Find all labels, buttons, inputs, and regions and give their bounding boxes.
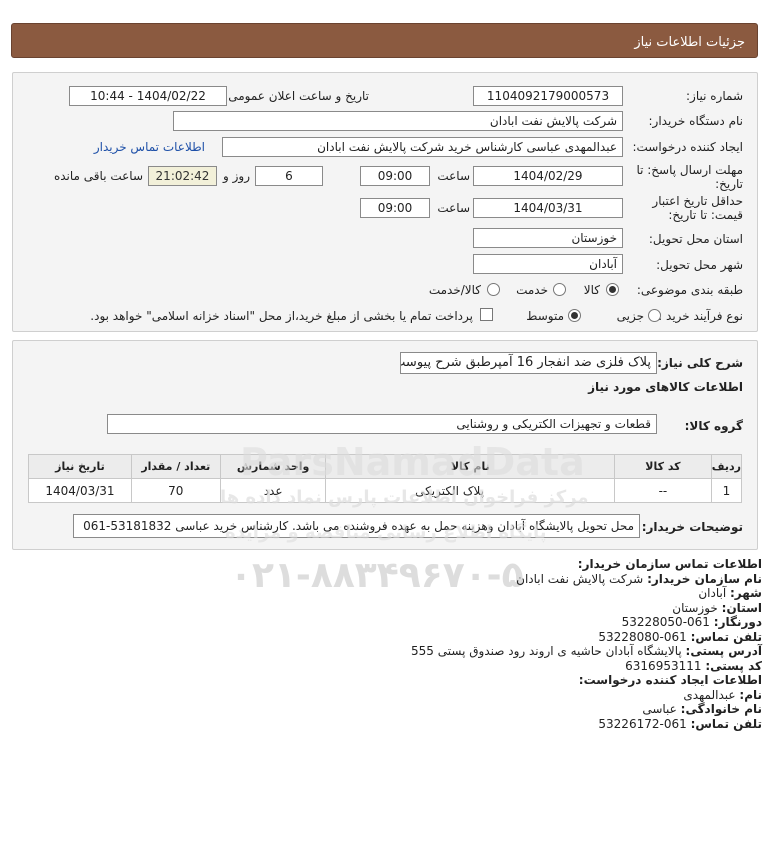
buyer-notes-field: محل تحویل پالایشگاه آبادان وهزینه حمل به… [73, 514, 640, 538]
goods-group-label: گروه کالا: [684, 419, 743, 433]
process-minor-label: جزیی [616, 309, 644, 323]
creator-info-title: اطلاعات ایجاد کننده درخواست: [578, 673, 762, 687]
reply-date-field: 1404/02/29 [473, 166, 623, 186]
cell-unit: عدد [219, 478, 327, 503]
treasury-payment-checkbox[interactable] [480, 308, 493, 321]
reply-deadline-label: مهلت ارسال پاسخ: تا [636, 163, 743, 177]
remaining-time-label: ساعت باقی مانده [53, 169, 143, 183]
process-medium-radio[interactable] [568, 309, 581, 322]
summary-label: شرح کلی نیاز: [657, 356, 743, 370]
cell-code: -- [614, 478, 712, 503]
cell-row: 1 [710, 478, 743, 503]
goods-section-title: اطلاعات کالاهای مورد نیاز [588, 380, 743, 394]
process-label: نوع فرآیند خرید : [658, 309, 743, 323]
city-field: آبادان [473, 254, 623, 274]
contact-address: آدرس پستی: پالایشگاه آبادان حاشیه ی ارون… [411, 644, 762, 658]
summary-field: پلاک فلزی ضد انفجار 16 آمپرطبق شرح پیوست… [400, 352, 657, 374]
buyer-field: شرکت پالایش نفت ابادان [173, 111, 623, 131]
category-both-radio[interactable] [487, 283, 500, 296]
validity-time-field: 09:00 [360, 198, 430, 218]
treasury-payment-text: پرداخت تمام یا بخشی از مبلغ خرید،از محل … [90, 309, 473, 323]
creator-name: نام: عبدالمهدی [683, 687, 762, 702]
category-service-label: خدمت [516, 283, 548, 297]
process-medium-label: متوسط [526, 309, 564, 323]
category-goods-label: کالا [583, 283, 600, 297]
validity-label-2: قیمت: تا تاریخ: [668, 208, 743, 222]
contact-postal: کد پستی: 6316953111 [625, 658, 762, 673]
need-number-label: شماره نیاز: [686, 89, 743, 103]
goods-table: ردیف کد کالا نام کالا واحد شمارش تعداد /… [28, 454, 743, 503]
page-title: جزئیات اطلاعات نیاز [634, 35, 745, 50]
category-service-radio[interactable] [553, 283, 566, 296]
contact-province: استان: خوزستان [672, 600, 762, 615]
creator-phone: تلفن تماس: 061-53226172 [598, 716, 762, 731]
announce-field: 1404/02/22 - 10:44 [69, 86, 227, 106]
days-field: 6 [255, 166, 323, 186]
reply-deadline-label-2: تاریخ: [715, 177, 743, 191]
days-label: روز و [223, 169, 250, 183]
col-code: کد کالا [614, 454, 712, 479]
province-label: استان محل تحویل: [648, 232, 743, 246]
city-label: شهر محل تحویل: [656, 258, 743, 272]
contact-info: اطلاعات تماس سازمان خریدار: نام سازمان خ… [411, 557, 762, 731]
province-field: خوزستان [473, 228, 623, 248]
reply-time-field: 09:00 [360, 166, 430, 186]
goods-table-header: ردیف کد کالا نام کالا واحد شمارش تعداد /… [28, 454, 743, 479]
creator-label: ایجاد کننده درخواست: [632, 140, 743, 154]
validity-date-field: 1404/03/31 [473, 198, 623, 218]
cell-quantity: 70 [130, 478, 221, 503]
remaining-time-field: 21:02:42 [148, 166, 217, 186]
buyer-contact-link[interactable]: اطلاعات تماس خریدار [94, 140, 205, 154]
cell-name: پلاک الکتریکی [325, 478, 616, 503]
col-quantity: تعداد / مقدار [130, 454, 221, 479]
contact-city: شهر: آبادان [698, 586, 762, 600]
table-row: 1 -- پلاک الکتریکی عدد 70 1404/03/31 [28, 478, 743, 503]
cell-date: 1404/03/31 [28, 478, 132, 503]
contact-org: نام سازمان خریدار: شرکت پالایش نفت ابادا… [516, 571, 762, 586]
validity-time-label: ساعت [437, 201, 470, 215]
contact-phone: تلفن تماس: 061-53228080 [598, 629, 762, 644]
validity-label: حداقل تاریخ اعتبار [652, 194, 743, 208]
page-header: جزئیات اطلاعات نیاز [11, 23, 758, 58]
contact-fax: دورنگار: 061-53228050 [621, 615, 762, 629]
col-date: تاریخ نیاز [28, 454, 132, 479]
creator-family: نام خانوادگی: عباسی [642, 702, 762, 716]
goods-group-field: قطعات و تجهیزات الکتریکی و روشنایی [107, 414, 657, 434]
reply-time-label: ساعت [437, 169, 470, 183]
buyer-label: نام دستگاه خریدار: [648, 114, 744, 128]
contact-title: اطلاعات تماس سازمان خریدار: [577, 557, 762, 571]
announce-label: تاریخ و ساعت اعلان عمومی: [224, 89, 369, 103]
buyer-notes-label: توضیحات خریدار: [641, 520, 743, 534]
need-number-field: 1104092179000573 [473, 86, 623, 106]
process-minor-radio[interactable] [648, 309, 661, 322]
category-goods-radio[interactable] [606, 283, 619, 296]
col-name: نام کالا [325, 454, 616, 479]
category-label: طبقه بندی موضوعی: [636, 283, 743, 297]
col-unit: واحد شمارش [219, 454, 327, 479]
creator-field: عبدالمهدی عباسی کارشناس خرید شرکت پالایش… [222, 137, 623, 157]
col-row: ردیف [710, 454, 743, 479]
category-both-label: کالا/خدمت [428, 283, 481, 297]
